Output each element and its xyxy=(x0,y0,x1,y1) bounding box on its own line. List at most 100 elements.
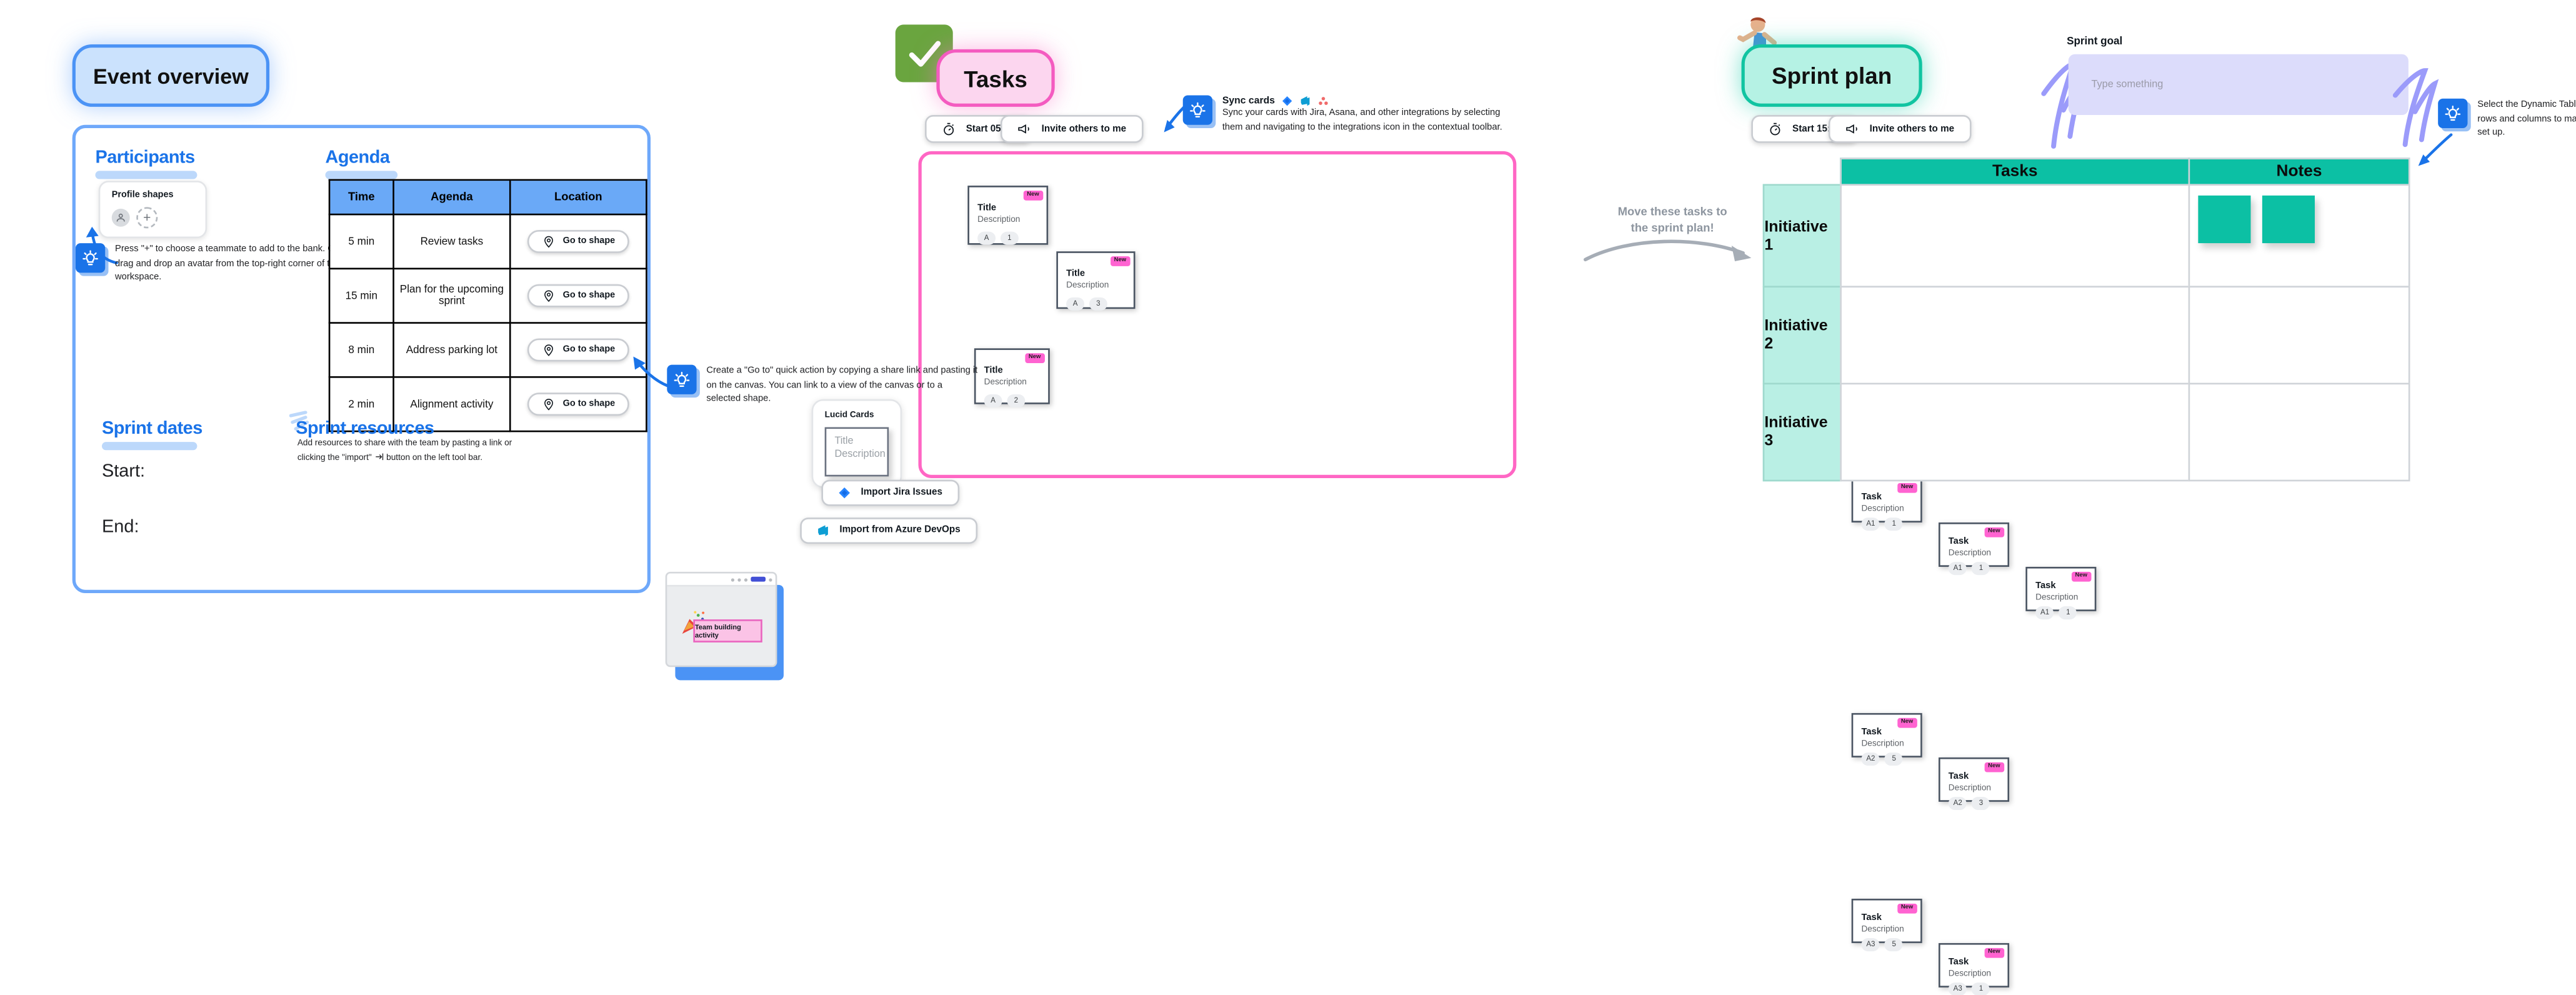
lightbulb-icon xyxy=(1182,95,1213,125)
task-card-chip: 1 xyxy=(1885,518,1904,531)
sync-cards-tip-title: Sync cards xyxy=(1222,96,1276,106)
dyn-cell-notes-2[interactable] xyxy=(2188,286,2410,385)
dynamic-table-tip-text: Select the Dynamic Table and configure t… xyxy=(2477,100,2576,139)
task-card-description: Description xyxy=(977,215,1021,226)
lucid-ghost-description: Description xyxy=(834,448,886,460)
task-card[interactable]: New Task Description A3 5 xyxy=(1851,898,1922,951)
go-to-shape-button[interactable]: Go to shape xyxy=(526,338,630,362)
team-building-note[interactable]: Team building activity xyxy=(693,619,762,642)
task-card[interactable]: New Task Description A3 1 xyxy=(1939,942,2010,995)
table-row: 15 min Plan for the upcoming sprint Go t… xyxy=(328,268,647,324)
lucid-ghost-card[interactable]: Title Description xyxy=(824,427,889,477)
task-card-chip: 1 xyxy=(1972,562,1990,575)
sprint-goal-placeholder: Type something xyxy=(2091,79,2164,91)
tasks-title-pill[interactable]: Tasks xyxy=(936,49,1055,107)
new-badge: New xyxy=(1024,353,1045,362)
sprint-resources-body-after: button on the left tool bar. xyxy=(386,453,483,463)
task-card-title: Title xyxy=(977,203,997,214)
task-card-description: Description xyxy=(1948,783,1992,794)
sprint-resources-quoted: "import" xyxy=(342,453,372,463)
go-to-shape-label: Go to shape xyxy=(562,345,616,355)
dyn-row-header-initiative-1[interactable]: Initiative 1 xyxy=(1762,184,1842,288)
new-badge: New xyxy=(1110,256,1131,266)
dyn-cell-notes-3[interactable] xyxy=(2188,382,2410,482)
agenda-table[interactable]: Time Agenda Location 5 min Review tasks … xyxy=(328,179,647,432)
task-card[interactable]: New Task Description A1 1 xyxy=(2025,566,2097,619)
asana-icon xyxy=(1319,97,1328,105)
new-badge: New xyxy=(1022,190,1044,200)
go-to-shape-label: Go to shape xyxy=(562,236,616,247)
task-card[interactable]: New Task Description A2 5 xyxy=(1851,712,1922,766)
sync-cards-tip-title-row: Sync cards xyxy=(1222,95,1510,106)
sprint-end-label: End: xyxy=(101,518,139,538)
go-to-shape-button[interactable]: Go to shape xyxy=(526,230,630,253)
new-badge: New xyxy=(1897,903,1917,913)
azure-devops-icon xyxy=(818,525,828,536)
participants-underline xyxy=(95,171,197,179)
task-card-chip: 5 xyxy=(1885,752,1904,766)
event-overview-title-pill[interactable]: Event overview xyxy=(72,44,270,107)
dyn-col-header-notes[interactable]: Notes xyxy=(2188,158,2410,186)
dyn-cell-tasks-2[interactable] xyxy=(1840,286,2190,385)
task-card-description: Description xyxy=(2035,593,2079,603)
agenda-underline xyxy=(325,171,398,179)
task-card[interactable]: New Task Description A2 3 xyxy=(1939,757,2010,810)
task-card[interactable]: New Task Description A1 1 xyxy=(1939,522,2010,575)
goto-shape-preview[interactable]: Team building activity xyxy=(665,571,784,681)
go-to-shape-label: Go to shape xyxy=(562,399,616,409)
lucid-ghost-title: Title xyxy=(834,435,854,448)
new-badge: New xyxy=(1984,948,2005,958)
go-to-shape-button[interactable]: Go to shape xyxy=(526,284,630,308)
new-badge: New xyxy=(1984,527,2005,537)
dyn-cell-tasks-1[interactable] xyxy=(1840,184,2190,288)
toolbar-share-chip xyxy=(751,576,766,582)
sprint-resources-heading: Sprint resources xyxy=(296,419,434,439)
import-jira-button[interactable]: Import Jira Issues xyxy=(821,479,959,506)
task-card-title: Task xyxy=(2035,581,2056,592)
event-overview-title: Event overview xyxy=(92,63,249,88)
task-card-chip: A1 xyxy=(1861,518,1880,531)
new-badge: New xyxy=(1897,482,1917,492)
new-badge: New xyxy=(1984,762,2005,772)
import-azure-button[interactable]: Import from Azure DevOps xyxy=(800,518,977,544)
toolbar-dot-icon xyxy=(731,578,735,581)
dynamic-table-tip: Select the Dynamic Table and configure t… xyxy=(2438,98,2576,141)
sprint-plan-title-pill[interactable]: Sprint plan xyxy=(1741,44,1922,107)
sticky-note[interactable] xyxy=(2198,195,2251,244)
task-card-description: Description xyxy=(1861,925,1904,935)
add-participant-button[interactable]: + xyxy=(136,207,158,229)
task-card-chip: A3 xyxy=(1861,938,1880,951)
task-card[interactable]: New Title Description A 2 xyxy=(974,348,1050,408)
task-card-title: Task xyxy=(1861,728,1882,738)
sprint-plan-invite-button[interactable]: Invite others to me xyxy=(1828,115,1971,143)
participants-heading: Participants xyxy=(95,148,195,168)
tasks-title: Tasks xyxy=(964,64,1027,91)
agenda-location-cell: Go to shape xyxy=(509,268,647,324)
task-card-chip: 1 xyxy=(2059,606,2077,619)
table-row: 8 min Address parking lot Go to shape xyxy=(328,322,647,378)
dyn-cell-tasks-3[interactable] xyxy=(1840,382,2190,482)
task-card-chip: A xyxy=(977,231,996,244)
task-card-chip: A1 xyxy=(1948,562,1967,575)
goto-preview-toolbar xyxy=(667,573,776,587)
dyn-row-header-initiative-2[interactable]: Initiative 2 xyxy=(1762,286,1842,385)
task-card-chip: A2 xyxy=(1861,752,1880,766)
sticky-note[interactable] xyxy=(2262,195,2315,244)
sprint-start-label: Start: xyxy=(101,461,146,482)
dynamic-table-tip-arrow-icon xyxy=(2418,133,2453,166)
agenda-time-cell: 15 min xyxy=(328,268,394,324)
lucid-cards-panel[interactable]: Lucid Cards Title Description xyxy=(811,399,902,488)
task-card-description: Description xyxy=(1948,969,1992,979)
dyn-row-header-initiative-3[interactable]: Initiative 3 xyxy=(1762,382,1842,482)
table-row: 5 min Review tasks Go to shape xyxy=(328,213,647,270)
dyn-col-header-tasks[interactable]: Tasks xyxy=(1840,158,2190,186)
task-card[interactable]: New Task Description A1 1 xyxy=(1851,478,1922,531)
task-card[interactable]: New Title Description A 1 xyxy=(967,186,1049,245)
tasks-invite-button[interactable]: Invite others to me xyxy=(1000,115,1143,143)
task-card[interactable]: New Title Description A 3 xyxy=(1056,251,1136,311)
toolbar-dot-icon xyxy=(737,578,741,581)
agenda-col-location: Location xyxy=(509,179,647,216)
sprint-goal-input[interactable]: Type something xyxy=(2068,54,2409,116)
task-card-chip: 3 xyxy=(1972,796,1990,810)
go-to-shape-button[interactable]: Go to shape xyxy=(526,392,630,416)
